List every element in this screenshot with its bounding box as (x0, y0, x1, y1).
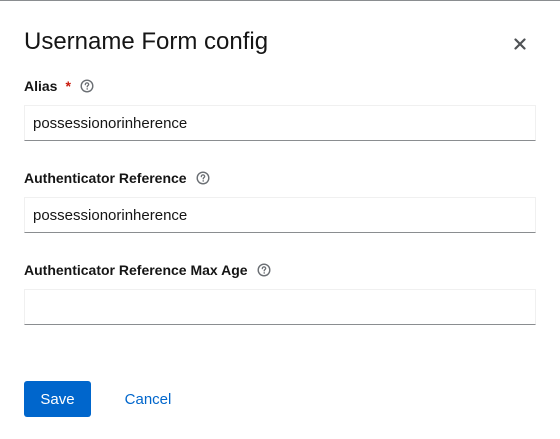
alias-label-row: Alias * (24, 76, 536, 96)
authenticator-reference-max-age-label: Authenticator Reference Max Age (24, 262, 248, 278)
authenticator-reference-max-age-field-group: Authenticator Reference Max Age (24, 260, 536, 325)
authenticator-reference-label: Authenticator Reference (24, 170, 187, 186)
alias-input[interactable] (24, 105, 536, 141)
close-icon (514, 38, 526, 50)
modal-title: Username Form config (24, 28, 269, 55)
alias-field-group: Alias * (24, 76, 536, 141)
authenticator-reference-input[interactable] (24, 197, 536, 233)
authenticator-reference-max-age-label-row: Authenticator Reference Max Age (24, 260, 536, 280)
help-icon[interactable] (196, 171, 210, 185)
save-button[interactable]: Save (24, 381, 91, 417)
help-icon[interactable] (257, 263, 271, 277)
required-marker: * (65, 78, 71, 94)
help-icon[interactable] (80, 79, 94, 93)
alias-label: Alias (24, 78, 58, 94)
close-button[interactable] (508, 32, 532, 56)
cancel-button[interactable]: Cancel (108, 381, 188, 417)
authenticator-reference-max-age-input[interactable] (24, 289, 536, 325)
authenticator-reference-field-group: Authenticator Reference (24, 168, 536, 233)
authenticator-reference-label-row: Authenticator Reference (24, 168, 536, 188)
modal-dialog: Username Form config Alias * Authenticat (0, 0, 560, 439)
